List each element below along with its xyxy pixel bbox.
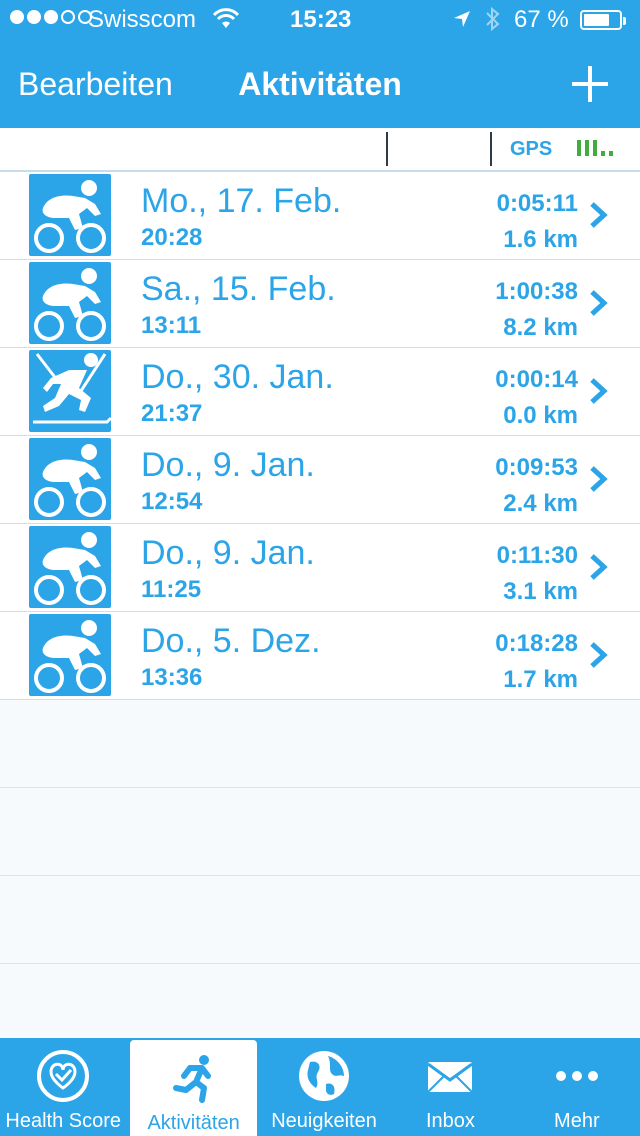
activity-list: Mo., 17. Feb. 20:28 0:05:11 1.6 km Sa., …: [0, 172, 640, 1052]
tab-inbox[interactable]: Inbox: [387, 1038, 513, 1136]
cycling-icon: [29, 526, 111, 608]
tab-health-score[interactable]: Health Score: [0, 1038, 126, 1136]
empty-list-row: [0, 876, 640, 964]
activity-row[interactable]: Sa., 15. Feb. 13:11 1:00:38 8.2 km: [0, 260, 640, 348]
activity-distance: 3.1 km: [503, 578, 578, 605]
activity-date: Do., 9. Jan.: [141, 534, 315, 572]
activity-date: Sa., 15. Feb.: [141, 270, 336, 308]
envelope-icon: [427, 1062, 474, 1093]
activity-duration: 0:00:14: [495, 366, 578, 393]
activity-time: 13:36: [141, 664, 203, 691]
activity-duration: 1:00:38: [495, 278, 578, 305]
activity-time: 11:25: [141, 576, 202, 603]
tab-label: Mehr: [554, 1110, 600, 1132]
chevron-right-icon: [590, 202, 608, 228]
divider: [490, 132, 492, 166]
divider: [386, 132, 388, 166]
empty-list-row: [0, 700, 640, 788]
activity-date: Do., 5. Dez.: [141, 622, 321, 660]
carrier-name: Swisscom: [88, 6, 197, 33]
cycling-icon: [29, 174, 111, 256]
activity-distance: 1.6 km: [503, 226, 578, 253]
activity-time: 20:28: [141, 224, 203, 251]
gps-status-bar: GPS: [0, 128, 640, 172]
activity-duration: 0:11:30: [496, 542, 578, 569]
location-arrow-icon: [452, 8, 472, 36]
activity-duration: 0:09:53: [495, 454, 578, 481]
status-bar: Swisscom 15:23 67 %: [0, 0, 640, 40]
activity-row[interactable]: Do., 9. Jan. 11:25 0:11:30 3.1 km: [0, 524, 640, 612]
cross-country-skiing-icon: [29, 350, 113, 432]
activity-date: Mo., 17. Feb.: [141, 182, 342, 220]
tab-mehr[interactable]: Mehr: [514, 1038, 640, 1136]
chevron-right-icon: [590, 378, 608, 404]
activity-duration: 0:05:11: [496, 190, 578, 217]
activity-row[interactable]: Mo., 17. Feb. 20:28 0:05:11 1.6 km: [0, 172, 640, 260]
plus-icon[interactable]: [570, 64, 610, 104]
empty-list-row: [0, 788, 640, 876]
tab-neuigkeiten[interactable]: Neuigkeiten: [261, 1038, 387, 1136]
activity-distance: 8.2 km: [503, 314, 578, 341]
chevron-right-icon: [590, 642, 608, 668]
activity-row[interactable]: Do., 30. Jan. 21:37 0:00:14 0.0 km: [0, 348, 640, 436]
activity-date: Do., 30. Jan.: [141, 358, 334, 396]
globe-icon: [299, 1051, 350, 1101]
tab-bar: Health Score Aktivitäten Neuigkeiten Inb…: [0, 1038, 640, 1136]
battery-icon: [580, 10, 626, 30]
tab-label: Inbox: [425, 1110, 475, 1132]
activity-time: 12:54: [141, 488, 203, 515]
gps-signal-icon: [577, 140, 613, 156]
activity-distance: 0.0 km: [503, 402, 578, 429]
wifi-icon: [212, 8, 240, 37]
chevron-right-icon: [590, 466, 608, 492]
app-header: Swisscom 15:23 67 % Bearbeiten Aktivität…: [0, 0, 640, 128]
activity-time: 21:37: [141, 400, 203, 427]
chevron-right-icon: [590, 554, 608, 580]
activity-distance: 1.7 km: [503, 666, 578, 693]
chevron-right-icon: [590, 290, 608, 316]
page-title: Aktivitäten: [238, 66, 402, 102]
signal-strength-icon: [10, 10, 92, 24]
activity-date: Do., 9. Jan.: [141, 446, 315, 484]
tab-label: Health Score: [5, 1110, 122, 1132]
activity-distance: 2.4 km: [503, 490, 578, 517]
tab-label: Neuigkeiten: [271, 1110, 377, 1132]
more-dots-icon: [555, 1071, 598, 1081]
activity-time: 13:11: [141, 312, 202, 339]
runner-icon: [172, 1055, 211, 1103]
health-score-icon: [37, 1050, 90, 1102]
cycling-icon: [29, 614, 111, 696]
tab-aktivitaeten[interactable]: Aktivitäten: [130, 1040, 257, 1136]
bluetooth-icon: [484, 6, 502, 39]
battery-percent: 67 %: [514, 6, 569, 33]
activity-duration: 0:18:28: [495, 630, 578, 657]
activity-row[interactable]: Do., 9. Jan. 12:54 0:09:53 2.4 km: [0, 436, 640, 524]
tab-label: Aktivitäten: [147, 1112, 240, 1134]
activity-row[interactable]: Do., 5. Dez. 13:36 0:18:28 1.7 km: [0, 612, 640, 700]
cycling-icon: [29, 262, 111, 344]
status-time: 15:23: [290, 6, 352, 33]
gps-label: GPS: [510, 138, 553, 160]
cycling-icon: [29, 438, 111, 520]
